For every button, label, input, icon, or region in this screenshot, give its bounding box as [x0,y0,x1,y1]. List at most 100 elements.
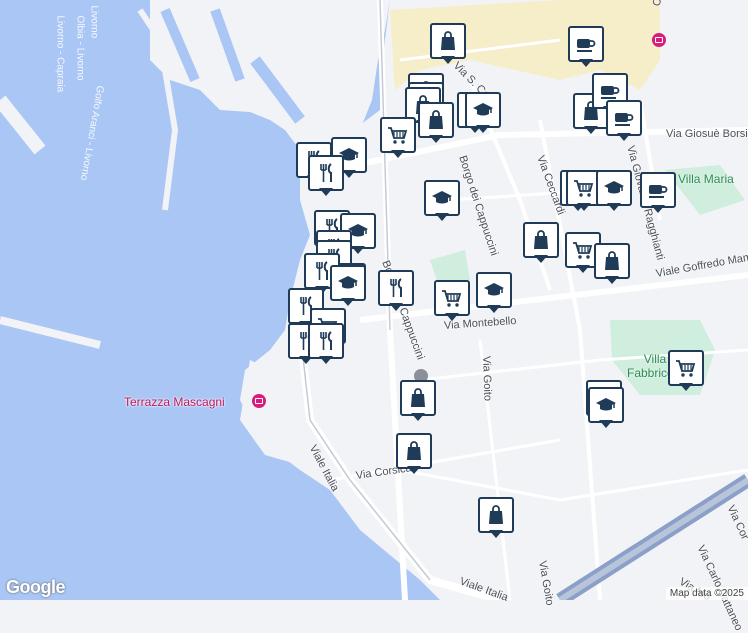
pin-box[interactable] [668,350,704,386]
graduation-cap-icon [473,103,493,116]
shopping-cart-icon [442,290,462,307]
shopping-bag-icon [429,110,443,129]
map-pin-grad[interactable] [424,180,460,224]
map-pin-cup[interactable] [640,172,676,216]
pin-box[interactable] [400,380,436,416]
map-pin-fork[interactable] [308,155,344,199]
pin-tail [389,303,403,311]
pin-box[interactable] [378,270,414,306]
shopping-cart-icon [388,127,408,144]
map-pin-cart[interactable] [668,350,704,394]
pin-box[interactable] [434,280,470,316]
pin-tail [607,203,621,211]
pin-box[interactable] [308,323,344,359]
map-pin-grad[interactable] [588,387,624,431]
pin-tail [534,255,548,263]
shopping-bag-icon [407,441,421,460]
coffee-cup-icon [615,113,634,126]
pin-tail [489,530,503,538]
map-pin-cart[interactable] [380,117,416,161]
map-pin-grad[interactable] [596,170,632,214]
pin-box[interactable] [588,387,624,423]
pin-box[interactable] [308,155,344,191]
pin-box[interactable] [476,272,512,308]
pin-tail [435,213,449,221]
map-pin-bag[interactable] [396,433,432,477]
shopping-cart-icon [574,180,594,197]
pin-tail [584,126,598,134]
google-logo: Google [6,577,66,597]
pin-tail [679,383,693,391]
shopping-bag-icon [605,251,619,270]
pin-box[interactable] [465,92,501,128]
graduation-cap-icon [604,181,624,194]
pin-box[interactable] [380,117,416,153]
pin-tail [605,276,619,284]
shopping-bag-icon [411,388,425,407]
map-pin-bag[interactable] [400,380,436,424]
pin-box[interactable] [330,265,366,301]
pin-box[interactable] [424,180,460,216]
pin-tail [577,203,591,211]
camera-icon[interactable] [252,394,266,408]
pin-tail [407,466,421,474]
map-pin-cup[interactable] [568,26,604,70]
map-pin-grad[interactable] [330,265,366,309]
pin-box[interactable] [568,26,604,62]
pin-tail [342,170,356,178]
pin-tail [391,150,405,158]
graduation-cap-icon [338,276,358,289]
pin-box[interactable] [606,100,642,136]
pin-box[interactable] [596,170,632,206]
coffee-cup-icon [577,39,596,52]
map-pin-bag[interactable] [523,222,559,266]
pin-box[interactable] [430,23,466,59]
ferry-route-label: Livorno [88,5,100,39]
pin-tail [351,246,365,254]
pin-tail [599,420,613,428]
road-label: Via Goito [480,355,494,402]
pin-tail [341,298,355,306]
map-pin-bag[interactable] [418,102,454,146]
ferry-route-label: Livorno - Capraia [54,15,66,93]
attribution: Map data ©2025 [665,587,748,600]
pin-tail [411,413,425,421]
map-pin-cup[interactable] [606,100,642,144]
map-pin-bag[interactable] [430,23,466,67]
pin-tail [579,59,593,67]
pin-tail [319,356,333,364]
map-pin-fork[interactable] [308,323,344,367]
pin-tail [487,305,501,313]
shopping-bag-icon [441,31,455,50]
map-pin-bag[interactable] [478,497,514,541]
pin-box[interactable] [418,102,454,138]
road-label: Via Giosuè Borsi [666,128,748,140]
coffee-cup-icon [649,185,668,198]
pin-tail [476,125,490,133]
shopping-bag-icon [489,505,503,524]
map-pin-cart[interactable] [434,280,470,324]
pin-tail [617,133,631,141]
map-canvas[interactable] [0,0,748,600]
map-pin-bag[interactable] [594,243,630,287]
graduation-cap-icon [484,283,504,296]
place-label[interactable]: Terrazza Mascagni [124,395,225,409]
pin-tail [429,135,443,143]
pin-box[interactable] [523,222,559,258]
map-pin-grad[interactable] [465,92,501,136]
pin-box[interactable] [478,497,514,533]
map-pin-fork[interactable] [378,270,414,314]
camera-icon[interactable] [652,33,666,47]
graduation-cap-icon [432,191,452,204]
fork-knife-icon [320,331,332,350]
pin-tail [576,265,590,273]
map-pin-grad[interactable] [476,272,512,316]
shopping-bag-icon [534,230,548,249]
pin-box[interactable] [640,172,676,208]
pin-tail [651,205,665,213]
pin-box[interactable] [396,433,432,469]
shopping-cart-icon [676,360,696,377]
pin-box[interactable] [594,243,630,279]
fork-knife-icon [390,278,402,297]
pin-tail [441,56,455,64]
